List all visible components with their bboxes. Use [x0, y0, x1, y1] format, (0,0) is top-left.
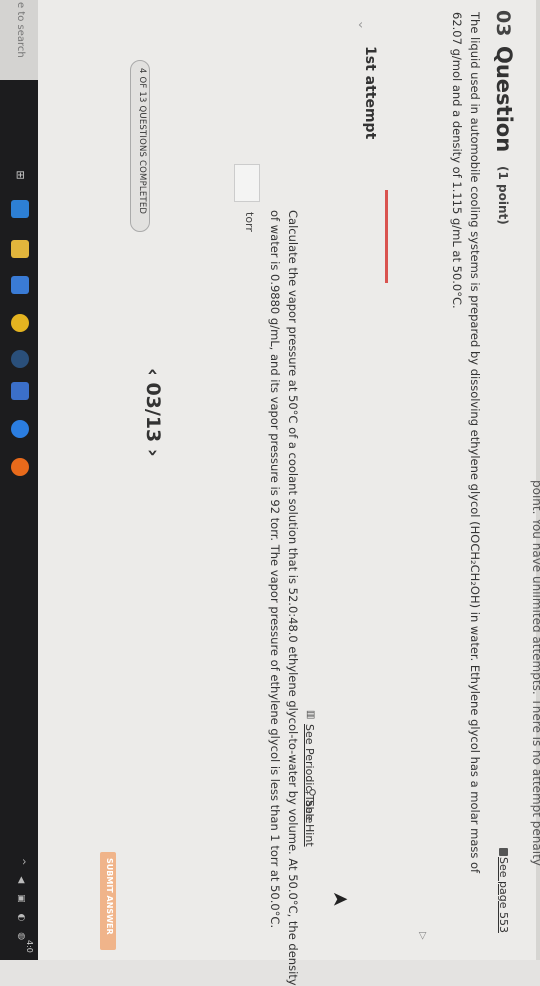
question-stem-line-1: The liquid used in automobile cooling sy… — [468, 12, 482, 874]
problem-line-2: of water is 0.9880 g/mL, and its vapor p… — [268, 210, 282, 929]
question-title: Question — [492, 46, 516, 153]
attempt-divider — [385, 190, 388, 283]
screen: point. You have unlimited attempts. Ther… — [0, 0, 540, 986]
taskbar-clock[interactable]: 4:0 — [25, 940, 34, 953]
book-icon — [499, 848, 508, 856]
system-tray-icons[interactable]: ^ ◀ ▣ ◐ ◍ — [16, 858, 26, 944]
question-number: 03 — [492, 10, 514, 37]
answer-input[interactable] — [234, 164, 260, 202]
attempt-penalty-text: point. You have unlimited attempts. Ther… — [530, 480, 540, 866]
see-page-link[interactable]: See page 553 — [497, 857, 510, 933]
problem-line-1: Calculate the vapor pressure at 50°C of … — [286, 210, 300, 986]
see-hint-link[interactable]: See Hint — [303, 800, 316, 847]
answer-unit: torr — [243, 212, 256, 232]
question-pager[interactable]: ‹ 03/13 › — [142, 368, 164, 457]
questions-completed-status: 4 OF 13 QUESTIONS COMPLETED — [137, 68, 147, 215]
file-explorer-icon[interactable] — [11, 240, 29, 258]
attempt-label[interactable]: 1st attempt — [362, 46, 378, 139]
mouse-cursor-icon: ▷ — [417, 932, 428, 940]
question-stem-line-2: 62.07 g/mol and a density of 1.115 g/mL … — [450, 12, 464, 309]
previous-question-button[interactable]: ‹ — [142, 368, 164, 382]
lightbulb-icon: ♀ — [304, 788, 318, 797]
app-b-icon[interactable] — [11, 382, 29, 400]
chrome-icon[interactable] — [11, 314, 29, 332]
pager-value: 03/13 — [142, 382, 164, 443]
periodic-table-icon: ▥ — [305, 710, 316, 720]
chevron-down-icon[interactable]: › — [358, 17, 363, 32]
taskbar-search-placeholder: e to search — [15, 2, 26, 58]
app-o-icon[interactable] — [11, 420, 29, 438]
task-view-icon[interactable]: ⊞ — [11, 166, 29, 184]
next-question-button[interactable]: › — [142, 442, 164, 457]
taskbar — [0, 0, 38, 960]
question-points: (1 point) — [496, 166, 510, 225]
steam-icon[interactable] — [11, 350, 29, 368]
store-icon[interactable] — [11, 276, 29, 294]
firefox-icon[interactable] — [11, 458, 29, 476]
pin-icon[interactable]: ➤ — [332, 886, 349, 910]
submit-answer-label: SUBMIT ANSWER — [105, 858, 114, 935]
edge-browser-icon[interactable] — [11, 200, 29, 218]
